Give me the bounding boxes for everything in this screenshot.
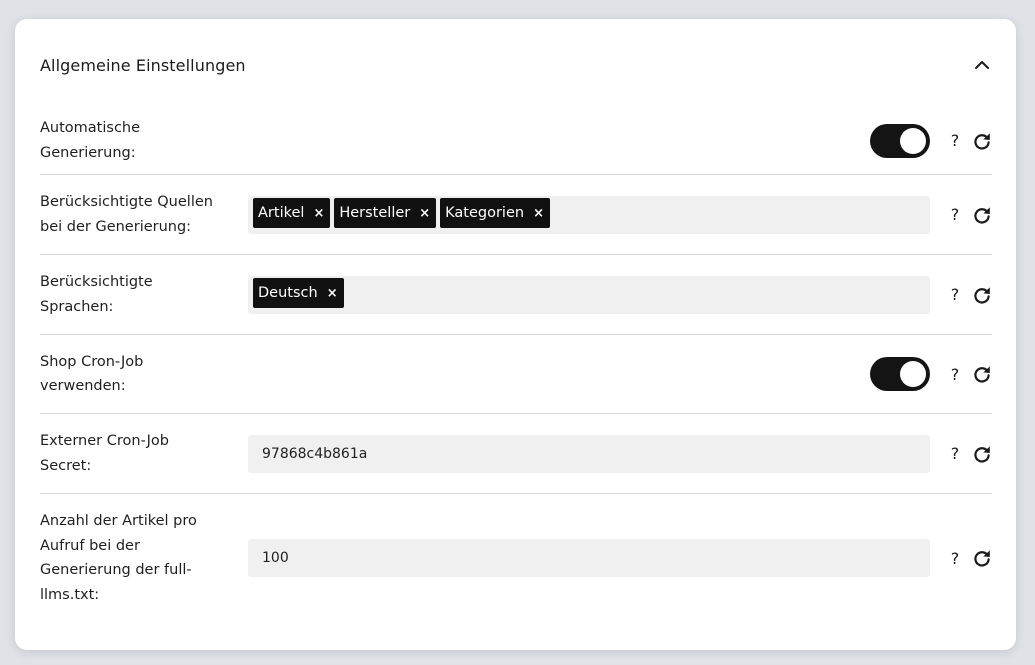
- question-icon[interactable]: ?: [948, 444, 962, 463]
- setting-label: Anzahl der Artikel pro Aufruf bei der Ge…: [40, 513, 197, 603]
- settings-card: Allgemeine Einstellungen Automatische Ge…: [15, 19, 1016, 650]
- setting-label: Shop Cron-Job verwenden:: [40, 353, 144, 395]
- tag-label: Artikel: [258, 205, 305, 221]
- reset-icon[interactable]: [972, 364, 992, 384]
- tag-deutsch: Deutsch ×: [253, 278, 344, 308]
- row-actions: ?: [930, 364, 992, 384]
- setting-row-sources: Berücksichtigte Quellen bei der Generier…: [40, 175, 992, 255]
- reset-icon[interactable]: [972, 131, 992, 151]
- reset-icon[interactable]: [972, 285, 992, 305]
- setting-row-shop-cron: Shop Cron-Job verwenden: ?: [40, 335, 992, 414]
- setting-label: Berücksichtigte Sprachen:: [40, 274, 153, 315]
- tag-label: Hersteller: [339, 205, 411, 221]
- question-icon[interactable]: ?: [948, 205, 962, 224]
- auto-generation-toggle[interactable]: [870, 123, 930, 158]
- tag-hersteller: Hersteller ×: [334, 198, 437, 228]
- tag-artikel: Artikel ×: [253, 198, 331, 228]
- tag-label: Deutsch: [258, 285, 318, 301]
- tag-remove-icon[interactable]: ×: [419, 207, 430, 220]
- languages-tag-input[interactable]: Deutsch ×: [248, 275, 930, 314]
- setting-control: [248, 414, 930, 493]
- setting-row-languages: Berücksichtigte Sprachen: Deutsch × ?: [40, 255, 992, 335]
- reset-icon[interactable]: [972, 548, 992, 568]
- reset-icon[interactable]: [972, 205, 992, 225]
- setting-row-cron-secret: Externer Cron-Job Secret: ?: [40, 414, 992, 494]
- shop-cron-toggle[interactable]: [870, 357, 930, 391]
- toggle-knob: [900, 361, 926, 387]
- tag-kategorien: Kategorien ×: [440, 198, 550, 228]
- setting-label: Externer Cron-Job Secret:: [40, 433, 169, 474]
- tag-remove-icon[interactable]: ×: [533, 207, 544, 220]
- row-actions: ?: [930, 205, 992, 225]
- setting-control: [248, 494, 930, 622]
- question-icon[interactable]: ?: [948, 285, 962, 304]
- row-actions: ?: [930, 548, 992, 568]
- chevron-up-icon[interactable]: [972, 55, 992, 75]
- sources-tag-input[interactable]: Artikel × Hersteller × Kategorien ×: [248, 195, 930, 234]
- setting-control: [248, 335, 930, 413]
- setting-row-articles-per-call: Anzahl der Artikel pro Aufruf bei der Ge…: [40, 494, 992, 622]
- settings-list: Automatische Generierung: ? Berücksichti…: [40, 109, 992, 622]
- panel-title: Allgemeine Einstellungen: [40, 55, 246, 75]
- toggle-knob: [900, 127, 926, 154]
- question-icon[interactable]: ?: [948, 365, 962, 384]
- setting-row-auto-generation: Automatische Generierung: ?: [40, 107, 992, 175]
- row-actions: ?: [930, 131, 992, 151]
- reset-icon[interactable]: [972, 444, 992, 464]
- card-header[interactable]: Allgemeine Einstellungen: [40, 53, 992, 77]
- setting-label: Automatische Generierung:: [40, 120, 141, 161]
- setting-control: [248, 107, 930, 174]
- tag-remove-icon[interactable]: ×: [327, 287, 338, 300]
- setting-label: Berücksichtigte Quellen bei der Generier…: [40, 194, 213, 235]
- row-actions: ?: [930, 285, 992, 305]
- row-actions: ?: [930, 444, 992, 464]
- setting-control: Deutsch ×: [248, 255, 930, 334]
- setting-control: Artikel × Hersteller × Kategorien ×: [248, 175, 930, 254]
- articles-per-call-input[interactable]: [248, 539, 930, 577]
- question-icon[interactable]: ?: [948, 131, 962, 150]
- tag-label: Kategorien: [445, 205, 525, 221]
- question-icon[interactable]: ?: [948, 549, 962, 568]
- tag-remove-icon[interactable]: ×: [313, 207, 324, 220]
- cron-secret-input[interactable]: [248, 434, 930, 473]
